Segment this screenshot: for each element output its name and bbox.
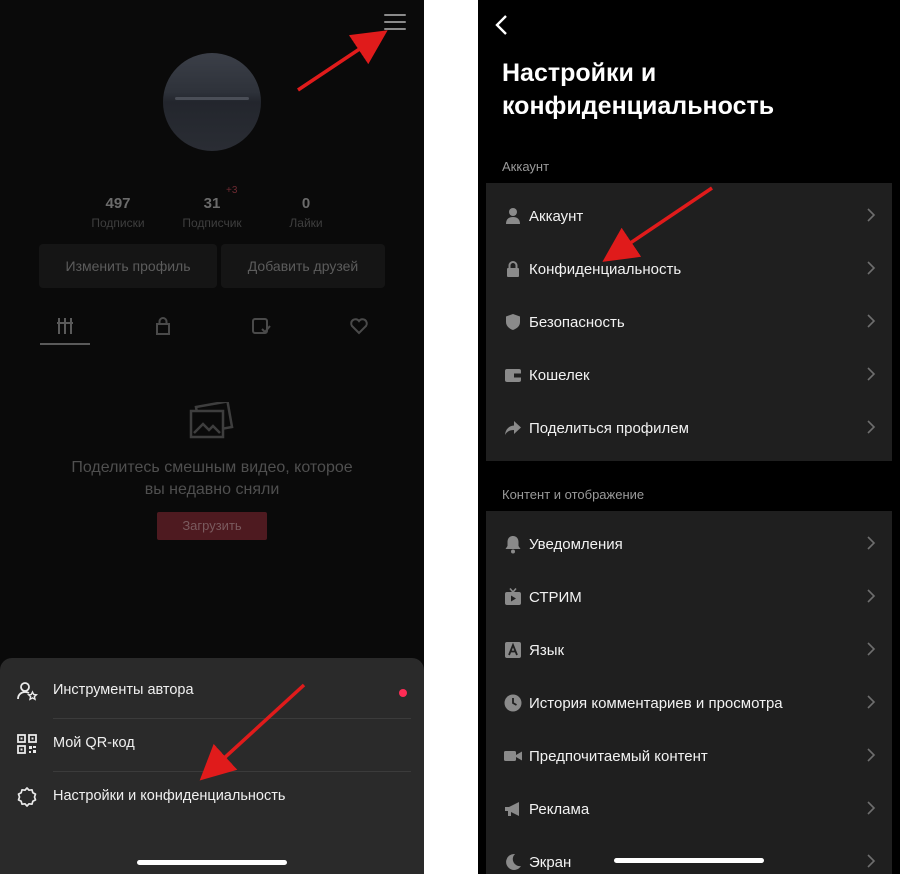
image-placeholder-icon <box>188 399 234 440</box>
settings-gear-icon <box>16 786 38 808</box>
chevron-right-icon <box>866 588 876 604</box>
settings-row-notifications[interactable]: Уведомления <box>486 517 892 570</box>
megaphone-icon <box>503 799 523 819</box>
page-title-line: Настройки и <box>502 59 657 87</box>
chevron-right-icon <box>866 260 876 276</box>
chevron-right-icon <box>866 800 876 816</box>
content-settings-card: Уведомления СТРИМ Язык История комментар… <box>486 511 892 874</box>
stat-likes[interactable]: 0 Лайки <box>266 195 346 230</box>
profile-screen: 497 Подписки 31 Подписчик +3 0 Лайки Изм… <box>0 0 424 874</box>
sheet-item-label: Мой QR-код <box>53 735 135 751</box>
edit-profile-button[interactable]: Изменить профиль <box>39 244 217 288</box>
row-label: Экран <box>529 854 572 871</box>
chevron-right-icon <box>866 535 876 551</box>
sheet-item-label: Настройки и конфиденциальность <box>53 788 286 804</box>
settings-row-language[interactable]: Язык <box>486 623 892 676</box>
chevron-right-icon <box>866 747 876 763</box>
row-label: СТРИМ <box>529 589 582 606</box>
stat-label: Подписки <box>91 216 145 230</box>
lock-icon <box>503 259 523 279</box>
row-label: Реклама <box>529 801 590 818</box>
upload-button[interactable]: Загрузить <box>157 512 267 540</box>
live-tv-icon <box>503 587 523 607</box>
settings-row-share-profile[interactable]: Поделиться профилем <box>486 401 892 454</box>
row-label: Язык <box>529 642 565 659</box>
page-title: Настройки и конфиденциальность <box>502 57 774 123</box>
chevron-right-icon <box>866 366 876 382</box>
sheet-item-creator-tools[interactable]: Инструменты автора <box>0 666 424 718</box>
qr-code-icon <box>16 733 38 755</box>
row-label: Поделиться профилем <box>529 420 689 437</box>
chevron-right-icon <box>866 207 876 223</box>
reposts-icon[interactable] <box>250 315 272 337</box>
row-label: Уведомления <box>529 536 623 553</box>
sheet-item-label: Инструменты автора <box>53 682 194 698</box>
video-camera-icon <box>503 746 523 766</box>
moon-icon <box>503 852 523 872</box>
settings-row-ads[interactable]: Реклама <box>486 782 892 835</box>
row-label: Предпочитаемый контент <box>529 748 708 765</box>
page-title-line: конфиденциальность <box>502 92 775 120</box>
row-label: Аккаунт <box>529 208 584 225</box>
row-label: Конфиденциальность <box>529 261 682 278</box>
row-label: Кошелек <box>529 367 590 384</box>
settings-row-history[interactable]: История комментариев и просмотра <box>486 676 892 729</box>
share-icon <box>503 418 523 438</box>
stat-followers[interactable]: 31 Подписчик <box>172 195 252 230</box>
videos-grid-icon[interactable] <box>54 315 76 337</box>
settings-row-account[interactable]: Аккаунт <box>486 189 892 242</box>
stat-label: Подписчик <box>182 216 242 230</box>
active-tab-indicator <box>40 343 90 345</box>
settings-row-live[interactable]: СТРИМ <box>486 570 892 623</box>
notification-dot <box>399 689 407 697</box>
empty-state-text: Поделитесь смешным видео, которое вы нед… <box>71 459 353 498</box>
row-label: Безопасность <box>529 314 625 331</box>
settings-row-display[interactable]: Экран <box>486 835 892 874</box>
chevron-right-icon <box>866 313 876 329</box>
add-friends-button[interactable]: Добавить друзей <box>221 244 385 288</box>
home-indicator[interactable] <box>614 858 764 863</box>
row-label: История комментариев и просмотра <box>529 695 783 712</box>
settings-row-security[interactable]: Безопасность <box>486 295 892 348</box>
sheet-item-settings[interactable]: Настройки и конфиденциальность <box>0 772 424 824</box>
bottom-sheet-menu: Инструменты автора Мой QR-код Настройки … <box>0 658 424 874</box>
person-icon <box>503 206 523 226</box>
dimmed-profile-background: 497 Подписки 31 Подписчик +3 0 Лайки Изм… <box>0 0 424 660</box>
stat-value: 497 <box>105 195 131 212</box>
avatar[interactable] <box>163 53 261 151</box>
settings-row-preferred-content[interactable]: Предпочитаемый контент <box>486 729 892 782</box>
back-chevron-icon[interactable] <box>492 14 512 36</box>
person-star-icon <box>16 680 39 702</box>
home-indicator[interactable] <box>137 860 287 865</box>
account-settings-card: Аккаунт Конфиденциальность Безопасность … <box>486 183 892 461</box>
chevron-right-icon <box>866 853 876 869</box>
settings-row-wallet[interactable]: Кошелек <box>486 348 892 401</box>
chevron-right-icon <box>866 694 876 710</box>
sheet-item-qr-code[interactable]: Мой QR-код <box>0 719 424 771</box>
language-icon <box>503 640 523 660</box>
stat-value: 0 <box>301 195 311 212</box>
chevron-right-icon <box>866 641 876 657</box>
stat-following[interactable]: 497 Подписки <box>78 195 158 230</box>
followers-badge: +3 <box>226 185 238 196</box>
bell-icon <box>503 534 523 554</box>
stat-value: 31 <box>203 195 221 212</box>
wallet-icon <box>503 365 523 385</box>
settings-row-privacy[interactable]: Конфиденциальность <box>486 242 892 295</box>
chevron-right-icon <box>866 419 876 435</box>
shield-icon <box>503 312 523 332</box>
liked-videos-heart-icon[interactable] <box>348 315 370 337</box>
section-header-content: Контент и отображение <box>502 487 645 502</box>
clock-icon <box>503 693 523 713</box>
section-header-account: Аккаунт <box>502 159 550 174</box>
settings-screen: Настройки и конфиденциальность Аккаунт А… <box>478 0 900 874</box>
private-videos-lock-icon[interactable] <box>152 315 174 337</box>
stat-label: Лайки <box>289 216 323 230</box>
menu-icon[interactable] <box>384 14 406 32</box>
